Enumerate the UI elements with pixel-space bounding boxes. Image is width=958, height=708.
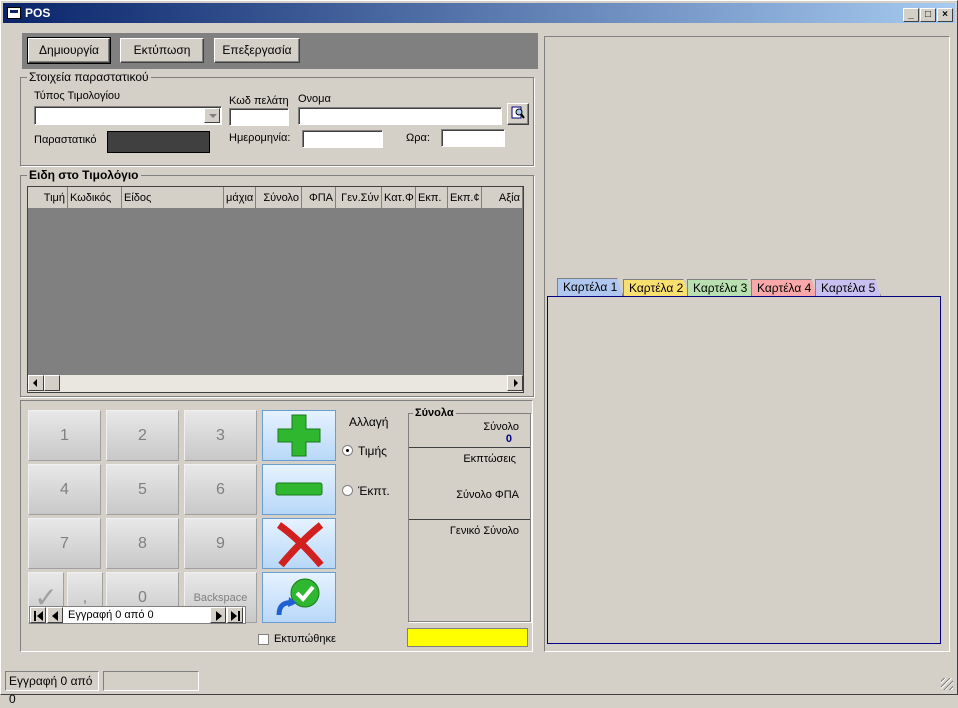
toolbar: Δημιουργία Εκτύπωση Επεξεργασία (22, 33, 538, 69)
minus-icon (275, 482, 323, 496)
tab-3[interactable]: Καρτέλα 3 (687, 279, 753, 297)
confirm-undo-icon (276, 578, 320, 616)
title-bar[interactable]: POS _ □ × (3, 3, 955, 23)
grand-total-field (407, 628, 528, 647)
total-label: Σύνολο (483, 421, 519, 433)
printed-checkbox-label: Εκτυπώθηκε (274, 633, 336, 645)
column-header-quantity[interactable]: μάχια (224, 187, 256, 209)
plus-icon (277, 414, 321, 457)
pos-window: POS _ □ × Δημιουργία Εκτύπωση Επεξεργασί… (0, 0, 958, 706)
key-7[interactable]: 7 (28, 518, 101, 569)
column-header-value[interactable]: Αξία (482, 187, 523, 209)
document-group-title: Στοιχεία παραστατικού (27, 70, 151, 84)
tab-page (547, 296, 941, 644)
column-header-subtotal[interactable]: Σύνολο (256, 187, 302, 209)
window-title: POS (25, 6, 51, 20)
document-group: Στοιχεία παραστατικού Τύπος Τιμολογίου Κ… (20, 70, 534, 166)
discount-radio-label: Έκπτ. (358, 484, 390, 498)
invoice-type-label: Τύπος Τιμολογίου (34, 90, 121, 102)
column-header-item[interactable]: Είδος (122, 187, 224, 209)
resize-grip[interactable] (941, 678, 953, 690)
record-position-text: Εγγραφή 0 από 0 (68, 609, 154, 621)
maximize-button[interactable]: □ (920, 8, 936, 22)
edit-button[interactable]: Επεξεργασία (214, 38, 300, 63)
change-label: Αλλαγή (349, 415, 389, 429)
items-grid[interactable]: Τιμή Κωδικός Είδος μάχια Σύνολο ΦΠΑ Γεν.… (27, 186, 524, 393)
date-label: Ημερομηνία: (229, 132, 291, 144)
key-1[interactable]: 1 (28, 410, 101, 461)
cancel-button[interactable] (262, 518, 336, 569)
document-label: Παραστατικό (34, 134, 97, 146)
status-bar: Εγγραφή 0 από 0 (3, 670, 955, 706)
document-display (107, 131, 210, 153)
scroll-thumb[interactable] (44, 375, 60, 391)
remove-button[interactable] (262, 464, 336, 515)
record-navigator: Εγγραφή 0 από 0 (29, 606, 246, 624)
grand-total-label: Γενικό Σύνολο (449, 525, 519, 537)
totals-divider-1 (409, 447, 530, 448)
discounts-label: Εκπτώσεις (463, 453, 516, 465)
key-8[interactable]: 8 (106, 518, 179, 569)
time-field[interactable] (441, 129, 505, 147)
add-button[interactable] (262, 410, 336, 461)
search-icon (511, 106, 525, 119)
grid-header: Τιμή Κωδικός Είδος μάχια Σύνολο ΦΠΑ Γεν.… (28, 187, 523, 209)
vat-total-label: Σύνολο ΦΠΑ (456, 489, 519, 501)
minimize-button[interactable]: _ (903, 8, 919, 22)
key-2[interactable]: 2 (106, 410, 179, 461)
search-customer-button[interactable] (507, 103, 529, 125)
create-button[interactable]: Δημιουργία (27, 37, 111, 64)
customer-code-label: Κωδ πελάτη (229, 95, 289, 107)
close-icon (276, 522, 324, 568)
tab-5[interactable]: Καρτέλα 5 (815, 279, 881, 297)
key-6[interactable]: 6 (184, 464, 257, 515)
totals-group: Σύνολα Σύνολο 0 Εκπτώσεις Σύνολο ΦΠΑ Γεν… (408, 407, 531, 622)
tab-4[interactable]: Καρτέλα 4 (751, 279, 817, 297)
date-field[interactable] (302, 130, 383, 148)
chevron-down-icon[interactable] (204, 108, 220, 123)
column-header-code[interactable]: Κωδικός (68, 187, 122, 209)
column-header-vat-category[interactable]: Κατ.Φ (382, 187, 416, 209)
printed-checkbox[interactable] (258, 634, 269, 645)
price-radio[interactable] (342, 445, 353, 456)
status-record-text: Εγγραφή 0 από 0 (5, 671, 99, 706)
total-value: 0 (505, 433, 512, 445)
column-header-grand-total[interactable]: Γεν.Σύν (336, 187, 382, 209)
next-record-button[interactable] (210, 607, 226, 623)
scroll-left-button[interactable] (28, 375, 44, 391)
time-label: Ωρα: (406, 132, 430, 144)
app-icon (7, 7, 21, 19)
tab-1[interactable]: Καρτέλα 1 (557, 278, 623, 296)
discount-radio[interactable] (342, 485, 353, 496)
column-header-price[interactable]: Τιμή (28, 187, 68, 209)
key-4[interactable]: 4 (28, 464, 101, 515)
invoice-type-select[interactable] (34, 106, 222, 125)
name-label: Ονομα (298, 93, 331, 105)
column-header-discount-pct[interactable]: Εκπ.¢ (448, 187, 482, 209)
key-5[interactable]: 5 (106, 464, 179, 515)
print-button[interactable]: Εκτύπωση (120, 38, 204, 63)
key-9[interactable]: 9 (184, 518, 257, 569)
price-radio-label: Τιμής (358, 444, 387, 458)
column-header-discount[interactable]: Εκπ. (416, 187, 448, 209)
totals-divider-2 (409, 519, 530, 520)
last-record-button[interactable] (227, 607, 243, 623)
previous-record-button[interactable] (47, 607, 63, 623)
items-group-title: Ειδη στο Τιμολόγιο (27, 168, 141, 182)
scroll-right-button[interactable] (507, 375, 523, 391)
column-header-vat[interactable]: ΦΠΑ (302, 187, 336, 209)
name-field[interactable] (298, 107, 502, 125)
key-3[interactable]: 3 (184, 410, 257, 461)
horizontal-scrollbar[interactable] (28, 375, 523, 392)
customer-code-field[interactable] (229, 108, 289, 126)
totals-group-title: Σύνολα (413, 407, 456, 419)
confirm-button[interactable] (262, 572, 336, 623)
tab-2[interactable]: Καρτέλα 2 (623, 279, 689, 297)
status-panel-2 (103, 671, 199, 691)
first-record-button[interactable] (30, 607, 46, 623)
close-button[interactable]: × (937, 8, 953, 22)
